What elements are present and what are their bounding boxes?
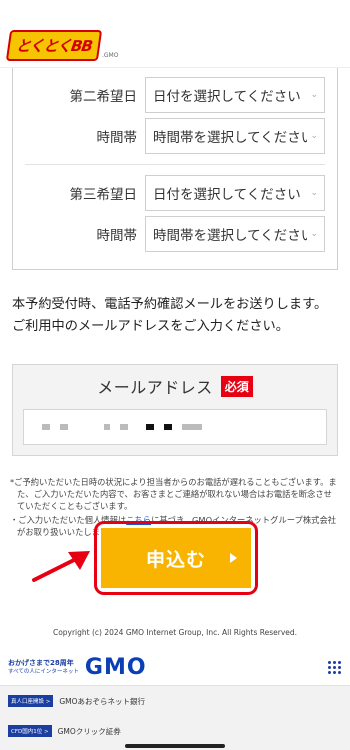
copyright: Copyright (c) 2024 GMO Internet Group, I… bbox=[52, 628, 298, 637]
arrow-right-icon bbox=[230, 553, 237, 563]
submit-button[interactable]: 申込む bbox=[101, 528, 251, 588]
third-date-label: 第三希望日 bbox=[69, 187, 138, 203]
second-date-row: 第二希望日 日付を選択してください ⌄ bbox=[25, 77, 325, 113]
divider bbox=[25, 164, 325, 165]
logo-mark: とくとくBB bbox=[5, 30, 103, 61]
third-date-row: 第三希望日 日付を選択してください ⌄ bbox=[25, 175, 325, 211]
chevron-down-icon: ⌄ bbox=[310, 188, 318, 198]
third-time-row: 時間帯 時間帯を選択してください ⌄ bbox=[25, 216, 325, 252]
masked-text bbox=[60, 424, 68, 430]
select-value: 時間帯を選択してください bbox=[153, 130, 308, 146]
service-badge: CFD国内1位 > bbox=[8, 725, 52, 737]
masked-text bbox=[164, 424, 172, 430]
logo-sub: .GMO bbox=[101, 52, 119, 59]
service-name: GMOあおぞらネット銀行 bbox=[59, 696, 146, 706]
service-name: GMOクリック証券 bbox=[57, 726, 121, 736]
chevron-down-icon: ⌄ bbox=[310, 90, 318, 100]
submit-highlight: 申込む bbox=[94, 521, 258, 595]
gmo-brand-row: おかげさまで28周年 すべての人にインターネット GMO bbox=[0, 650, 350, 686]
select-value: 時間帯を選択してください bbox=[153, 228, 308, 244]
select-value: 日付を選択してください bbox=[153, 187, 301, 203]
red-arrow-icon bbox=[32, 551, 90, 582]
second-date-label: 第二希望日 bbox=[69, 89, 138, 105]
masked-text bbox=[146, 424, 154, 430]
email-input[interactable] bbox=[23, 409, 327, 445]
required-badge: 必須 bbox=[220, 375, 253, 397]
notice-line-1: 本予約受付時、電話予約確認メールをお送りします。 bbox=[12, 297, 328, 312]
home-indicator bbox=[125, 744, 225, 748]
email-section: メールアドレス 必須 bbox=[12, 364, 338, 456]
email-header: メールアドレス 必須 bbox=[23, 375, 327, 397]
grid-menu-icon[interactable] bbox=[328, 660, 342, 675]
third-date-select[interactable]: 日付を選択してください ⌄ bbox=[145, 175, 325, 211]
fineprint-item-1: *ご予約いただいた日時の状況により担当者からのお電話が遅れることもございます。ま… bbox=[10, 477, 337, 511]
notice-line-2: ご利用中のメールアドレスをご入力ください。 bbox=[12, 319, 289, 334]
masked-text bbox=[120, 424, 128, 430]
email-notice: 本予約受付時、電話予約確認メールをお送りします。 ご利用中のメールアドレスをご入… bbox=[12, 294, 338, 338]
status-bar bbox=[0, 0, 350, 24]
gmo-tagline: おかげさまで28周年 すべての人にインターネット bbox=[8, 659, 79, 677]
schedule-card: 第二希望日 日付を選択してください ⌄ 時間帯 時間帯を選択してください ⌄ 第… bbox=[12, 68, 338, 270]
service-badge: 真人口座開設 > bbox=[8, 695, 54, 707]
masked-text bbox=[42, 424, 50, 430]
third-time-select[interactable]: 時間帯を選択してください ⌄ bbox=[145, 216, 325, 252]
select-value: 日付を選択してください bbox=[153, 89, 301, 105]
submit-label: 申込む bbox=[145, 548, 206, 571]
site-header: とくとくBB .GMO bbox=[0, 24, 350, 68]
masked-text bbox=[104, 424, 110, 430]
email-label: メールアドレス bbox=[97, 378, 213, 397]
service-link[interactable]: CFD国内1位 > GMOクリック証券 bbox=[0, 716, 350, 746]
second-time-row: 時間帯 時間帯を選択してください ⌄ bbox=[25, 118, 325, 154]
tagline-1: おかげさまで28周年 bbox=[8, 658, 74, 667]
gmo-logo[interactable]: GMO bbox=[85, 655, 147, 680]
gmo-footer: おかげさまで28周年 すべての人にインターネット GMO 真人口座開設 > GM… bbox=[0, 650, 350, 750]
tagline-2: すべての人にインターネット bbox=[8, 668, 79, 675]
third-time-label: 時間帯 bbox=[96, 228, 138, 244]
masked-text bbox=[182, 424, 202, 430]
chevron-down-icon: ⌄ bbox=[310, 131, 318, 141]
service-link[interactable]: 真人口座開設 > GMOあおぞらネット銀行 bbox=[0, 686, 350, 716]
tokutoku-bb-logo[interactable]: とくとくBB .GMO bbox=[5, 30, 119, 61]
second-date-select[interactable]: 日付を選択してください ⌄ bbox=[145, 77, 325, 113]
chevron-down-icon: ⌄ bbox=[310, 229, 318, 239]
second-time-select[interactable]: 時間帯を選択してください ⌄ bbox=[145, 118, 325, 154]
second-time-label: 時間帯 bbox=[96, 130, 138, 146]
